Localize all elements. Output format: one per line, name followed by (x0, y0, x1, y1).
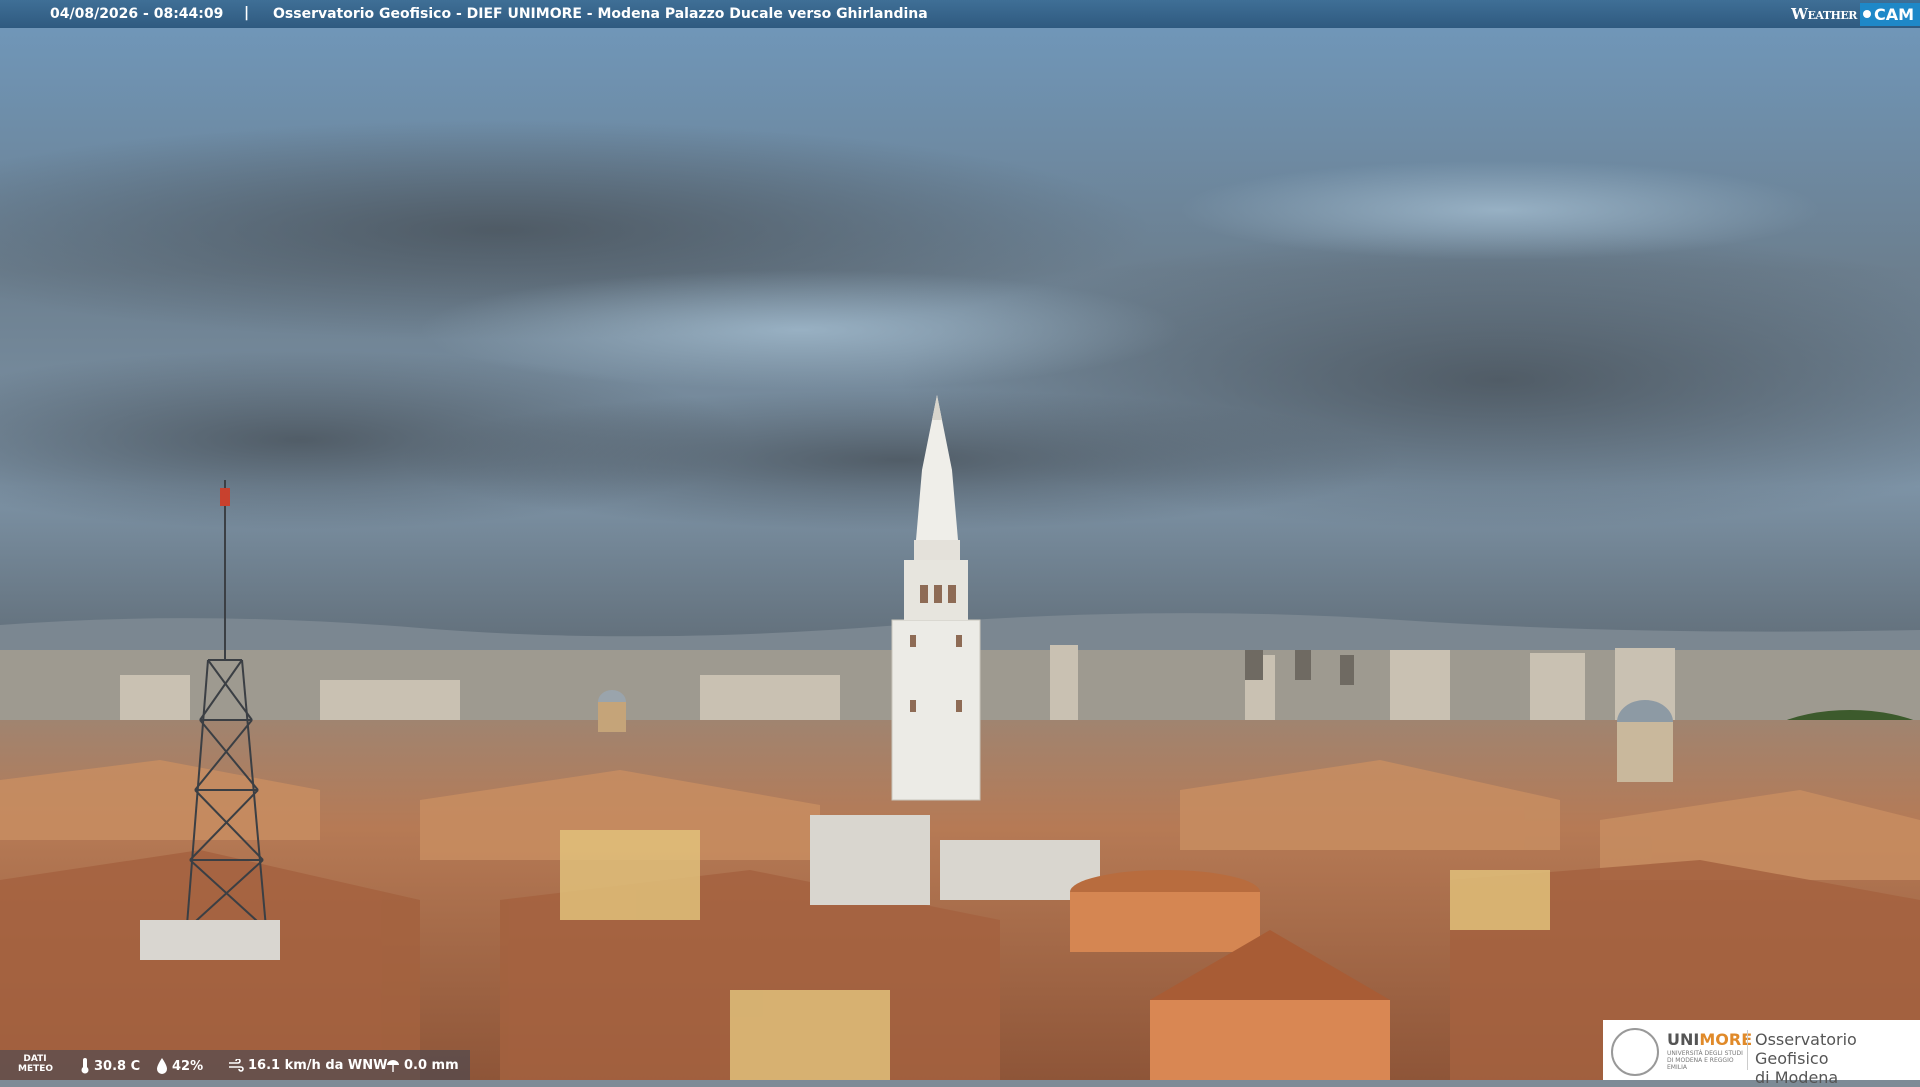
humidity-drop-icon (157, 1058, 167, 1074)
observatory-name: Osservatorio Geofisico di Modena (1755, 1030, 1857, 1087)
humidity-reading: 42% (156, 1058, 203, 1074)
thermometer-icon (81, 1058, 89, 1074)
separator: | (244, 5, 250, 21)
webcam-photo (0, 0, 1920, 1080)
humidity-value: 42% (172, 1058, 204, 1074)
temperature-value: 30.8 C (94, 1058, 141, 1074)
weathercam-logo: Weather CAM (1791, 0, 1920, 28)
temperature-reading: 30.8 C (80, 1058, 140, 1074)
timestamp: 04/08/2026 - 08:44:09 (50, 6, 224, 22)
rain-reading: 0.0 mm (386, 1058, 459, 1073)
rain-value: 0.0 mm (404, 1058, 459, 1073)
camera-title: Osservatorio Geofisico - DIEF UNIMORE - … (273, 6, 928, 22)
weather-data-bar: DATI METEO 30.8 C 42% 16.1 km/h da WNW 0… (0, 1050, 470, 1080)
wind-value: 16.1 km/h da WNW (248, 1058, 388, 1073)
unimore-logo: UNIMORE UNIVERSITÀ DEGLI STUDI DI MODENA… (1603, 1020, 1920, 1087)
caption-bar: 04/08/2026 - 08:44:09 | Osservatorio Geo… (0, 0, 1920, 28)
logo-divider (1747, 1030, 1748, 1070)
rain-gauge-icon (387, 1059, 399, 1072)
university-subtitle: UNIVERSITÀ DEGLI STUDI DI MODENA E REGGI… (1667, 1050, 1743, 1071)
wind-reading: 16.1 km/h da WNW (228, 1058, 387, 1073)
university-seal-icon (1611, 1028, 1659, 1076)
unimore-wordmark: UNIMORE (1667, 1030, 1753, 1049)
wind-icon (229, 1058, 244, 1072)
weather-label: DATI METEO (18, 1054, 54, 1074)
